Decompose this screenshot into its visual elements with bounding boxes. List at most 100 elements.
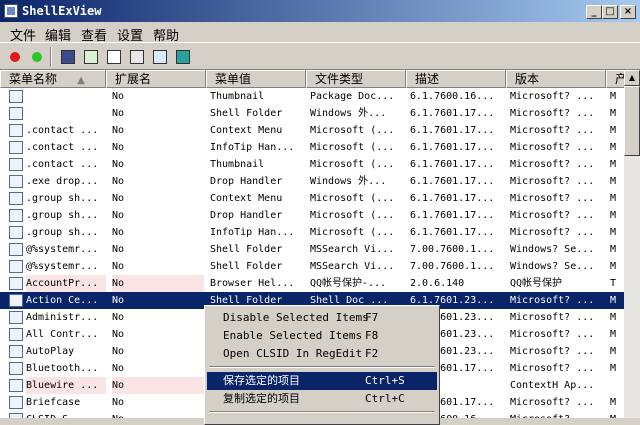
table-cell: All Contr... [26,329,99,340]
column-header-file-type[interactable]: 文件类型 [306,70,406,88]
table-cell: 6.1.7601.17... [410,176,495,187]
menu-item-copy-selected[interactable]: 复制选定的项目 Ctrl+C [207,390,437,408]
table-cell: Microsoft (... [310,125,395,136]
column-header-menu-name[interactable]: 菜单名称 ▲ [0,70,106,88]
properties-button[interactable] [127,47,147,67]
table-cell: Microsoft? ... [510,125,595,136]
menu-item-shortcut: Ctrl+C [365,392,405,405]
table-cell: Browser Hel... [210,278,295,289]
table-cell: Microsoft (... [310,210,395,221]
table-row[interactable]: .group sh... No InfoTip Han... Microsoft (.… [0,224,624,241]
table-cell [610,377,624,394]
copy-button[interactable] [104,47,124,67]
shell-extension-icon [9,141,23,154]
table-cell: ContextH Ap... [510,380,595,391]
table-cell: 6.1.7600.16... [410,91,495,102]
table-cell: M [610,244,617,255]
table-cell: @%systemr... [26,244,99,255]
menu-item-enable-selected[interactable]: Enable Selected Items F8 [207,327,437,345]
table-row[interactable]: .contact ... No Thumbnail Microsoft (... 6.1… [0,156,624,173]
table-cell: Microsoft? ... [510,363,595,374]
shell-extension-icon [9,175,23,188]
table-cell: .contact ... [26,142,99,153]
table-row[interactable]: No Thumbnail Package Doc... 6.1.7600.16... M… [0,88,624,105]
shell-extension-icon [9,294,23,307]
column-header-product[interactable]: 产 [606,70,624,88]
table-cell: 6.1.7601.17... [410,210,495,221]
scroll-thumb[interactable] [624,86,640,156]
close-button[interactable]: × [620,5,636,19]
shell-extension-icon [9,107,23,120]
column-header-label: 描述 [415,72,440,86]
disable-button[interactable] [5,47,25,67]
table-row[interactable]: @%systemr... No Shell Folder MSSearch Vi...… [0,258,624,275]
shell-extension-icon [9,260,23,273]
find-icon [153,50,167,64]
table-cell: No [112,142,125,153]
shell-extension-icon [9,277,23,290]
table-cell: Microsoft (... [310,142,395,153]
menu-item-label: 复制选定的项目 [223,392,300,405]
table-cell: No [112,312,125,323]
table-row[interactable]: No Shell Folder Windows 外... 6.1.7601.17...… [0,105,624,122]
menu-item-disable-selected[interactable]: Disable Selected Items F7 [207,309,437,327]
maximize-button[interactable]: □ [602,5,618,19]
table-row[interactable]: .contact ... No InfoTip Han... Microsoft (.… [0,139,624,156]
column-header-description[interactable]: 描述 [406,70,506,88]
table-cell: .exe drop... [26,176,99,187]
column-header-label: 版本 [515,72,540,86]
table-cell: No [112,91,125,102]
column-header-extension[interactable]: 扩展名 [106,70,206,88]
exit-icon [176,50,190,64]
table-cell: No [112,295,125,306]
table-cell: 6.1.7601.17... [410,227,495,238]
table-cell: No [112,227,125,238]
column-header-label: 菜单值 [215,72,252,86]
table-row[interactable]: @%systemr... No Shell Folder MSSearch Vi...… [0,241,624,258]
shell-extension-icon [9,243,23,256]
table-cell: No [112,193,125,204]
column-header-version[interactable]: 版本 [506,70,606,88]
table-cell: .group sh... [26,227,99,238]
scroll-up-button[interactable]: ▲ [624,70,640,86]
menu-item-save-selected[interactable]: 保存选定的项目 Ctrl+S [207,372,437,390]
table-row[interactable]: .contact ... No Context Menu Microsoft (...… [0,122,624,139]
shell-extension-icon [9,379,23,392]
save-button[interactable] [58,47,78,67]
table-cell: Bluewire ... [26,377,106,394]
column-header-menu-value[interactable]: 菜单值 [206,70,306,88]
table-row[interactable]: .group sh... No Context Menu Microsoft (...… [0,190,624,207]
exit-button[interactable] [173,47,193,67]
refresh-button[interactable] [81,47,101,67]
title-bar: ShellExView _ □ × [0,0,640,22]
table-cell: Microsoft? ... [510,193,595,204]
enable-button[interactable] [27,47,47,67]
table-cell: Microsoft (... [310,193,395,204]
table-cell: Package Doc... [310,91,395,102]
shell-extension-icon [9,396,23,409]
table-cell: Windows? Se... [510,261,595,272]
table-cell: QQ帐号保护 [510,278,563,289]
table-cell: 2.0.6.140 [410,278,465,289]
menu-item-open-clsid[interactable]: Open CLSID In RegEdit F2 [207,345,437,363]
table-cell: M [610,312,617,323]
vertical-scrollbar[interactable]: ▲ [624,70,640,418]
table-cell: Microsoft? ... [510,159,595,170]
table-cell: M [610,397,617,408]
shell-extension-icon [9,328,23,341]
properties-icon [130,50,144,64]
table-cell: 6.1.7601.17... [410,159,495,170]
table-cell: 6.1.7601.17... [410,142,495,153]
table-cell: Drop Handler [210,210,283,221]
minimize-button[interactable]: _ [586,5,602,19]
table-cell: 6.1.7601.17... [410,193,495,204]
shell-extension-icon [9,345,23,358]
app-icon[interactable] [4,4,18,18]
table-row[interactable]: .group sh... No Drop Handler Microsoft (...… [0,207,624,224]
table-row[interactable]: AccountPr... No Browser Hel... QQ帐号保护-... 2.… [0,275,624,292]
table-cell: No [112,244,125,255]
find-button[interactable] [150,47,170,67]
menu-item-shortcut: Ctrl+S [365,374,405,387]
table-row[interactable]: .exe drop... No Drop Handler Windows 外... 6.… [0,173,624,190]
table-cell: No [112,411,204,418]
